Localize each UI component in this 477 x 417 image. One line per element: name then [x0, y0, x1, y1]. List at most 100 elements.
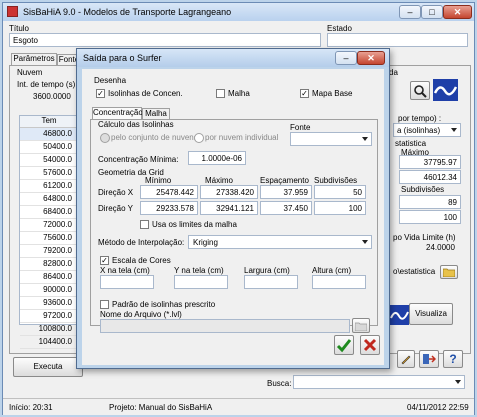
nome-arquivo-label: Nome do Arquivo (*.lvl)	[100, 310, 182, 319]
status-projeto: Projeto: Manual do SisBaHiA	[109, 403, 213, 412]
limites-checkbox[interactable]	[140, 220, 149, 229]
browse-button[interactable]	[352, 318, 370, 333]
isolinhas-checkbox[interactable]: ✓	[96, 89, 105, 98]
dir-y-label: Direção Y	[98, 204, 133, 213]
table-row[interactable]: 54000.0	[20, 154, 78, 167]
zoom-button[interactable]	[410, 81, 430, 100]
table-row[interactable]: 90000.0	[20, 284, 78, 297]
metodo-value: Kriging	[193, 238, 218, 247]
chevron-down-icon	[455, 380, 461, 384]
maximize-button[interactable]: □	[421, 5, 443, 19]
limites-label: Usa os limites da malha	[152, 220, 237, 229]
wave-logo-small-icon	[389, 305, 409, 325]
minimize-button[interactable]: –	[399, 5, 421, 19]
table-row[interactable]: 50400.0	[20, 141, 78, 154]
calculo-label: Cálculo das Isolinhas	[98, 120, 174, 129]
conc-min-field[interactable]: 1.0000e-06	[188, 151, 246, 165]
dir-y-min[interactable]: 29233.578	[140, 201, 198, 215]
status-bar: Início: 20:31 Projeto: Manual do SisBaHi…	[3, 398, 474, 415]
dir-y-subdivisoes[interactable]: 100	[314, 201, 366, 215]
table-row[interactable]: 86400.0	[20, 271, 78, 284]
dialog-minimize-button[interactable]: –	[335, 51, 357, 65]
radio-por-nuvem[interactable]	[194, 133, 204, 143]
padrao-checkbox[interactable]	[100, 300, 109, 309]
estado-label: Estado	[327, 24, 352, 33]
table-row[interactable]: 100800.0	[20, 323, 78, 336]
x-tela-field[interactable]	[100, 275, 154, 289]
ok-button[interactable]	[334, 335, 354, 355]
table-row[interactable]: 79200.0	[20, 245, 78, 258]
conc-min-label: Concentração Mínima:	[98, 155, 179, 164]
radio-conjunto[interactable]	[100, 133, 110, 143]
max1-field[interactable]: 37795.97	[399, 155, 461, 169]
altura-field[interactable]	[312, 275, 366, 289]
escala-checkbox[interactable]: ✓	[100, 256, 109, 265]
isolinhas-combo[interactable]: a (isolinhas)	[393, 123, 461, 137]
dir-y-espacamento[interactable]: 37.450	[260, 201, 312, 215]
x-tela-label: X na tela (cm)	[100, 266, 150, 275]
table-row[interactable]: 64800.0	[20, 193, 78, 206]
checkmark-icon	[336, 339, 352, 353]
cancel-button[interactable]	[360, 335, 380, 355]
table-row[interactable]: 93600.0	[20, 297, 78, 310]
table-row[interactable]: 46800.0	[20, 128, 78, 141]
largura-field[interactable]	[244, 275, 298, 289]
max2-field[interactable]: 46012.34	[399, 170, 461, 184]
table-row[interactable]: 82800.0	[20, 258, 78, 271]
altura-label: Altura (cm)	[312, 266, 352, 275]
edit-button[interactable]	[397, 350, 415, 368]
folder-icon	[442, 268, 456, 278]
table-row[interactable]: 72000.0	[20, 219, 78, 232]
table-row[interactable]: 61200.0	[20, 180, 78, 193]
mapa-base-label: Mapa Base	[312, 89, 353, 98]
tab-malha[interactable]: Malha	[142, 108, 170, 119]
nome-arquivo-field[interactable]	[100, 319, 350, 333]
radio-conjunto-label: pelo conjunto de nuvens	[111, 133, 198, 142]
table-row[interactable]: 75600.0	[20, 232, 78, 245]
padrao-label: Padrão de isolinhas prescrito	[112, 300, 216, 309]
dir-x-max[interactable]: 27338.420	[200, 185, 258, 199]
table-row[interactable]: 57600.0	[20, 167, 78, 180]
dialog-close-button[interactable]: ✕	[357, 51, 385, 65]
isolinhas-combo-value: a (isolinhas)	[397, 126, 441, 135]
executa-button[interactable]: Executa	[13, 357, 83, 377]
por-tempo-label: por tempo) :	[398, 114, 442, 123]
close-button[interactable]: ✕	[443, 5, 472, 19]
titulo-field[interactable]: Esgoto	[9, 33, 321, 47]
visualiza-button[interactable]: Visualiza	[409, 303, 453, 325]
metodo-combo[interactable]: Kriging	[188, 235, 372, 249]
table-row[interactable]: 104400.0	[20, 336, 78, 349]
exit-button[interactable]	[419, 350, 439, 368]
dir-y-max[interactable]: 32941.121	[200, 201, 258, 215]
escala-label: Escala de Cores	[112, 256, 171, 265]
col-subdivisoes: Subdivisões	[314, 176, 358, 185]
chevron-down-icon	[362, 137, 368, 141]
sub1-field[interactable]: 89	[399, 195, 461, 209]
table-row[interactable]: 68400.0	[20, 206, 78, 219]
help-button[interactable]: ?	[443, 350, 463, 368]
tab-concentracao[interactable]: Concentração	[92, 107, 143, 119]
busca-combo[interactable]	[293, 375, 465, 389]
dir-x-espacamento[interactable]: 37.959	[260, 185, 312, 199]
folder-button[interactable]	[440, 265, 458, 279]
right-tab-label[interactable]: da	[389, 68, 398, 77]
isolinhas-label: Isolinhas de Concen.	[108, 89, 183, 98]
status-inicio: Início: 20:31	[9, 403, 53, 412]
malha-checkbox[interactable]	[216, 89, 225, 98]
estado-field[interactable]	[327, 33, 468, 47]
largura-label: Largura (cm)	[244, 266, 290, 275]
col-minimo: Mínimo	[145, 176, 172, 185]
folder-icon	[354, 322, 368, 332]
mapa-base-checkbox[interactable]: ✓	[300, 89, 309, 98]
y-tela-field[interactable]	[174, 275, 228, 289]
dir-x-min[interactable]: 25478.442	[140, 185, 198, 199]
time-grid[interactable]: Tem 46800.0 50400.0 54000.0 57600.0 61200.0 6…	[19, 115, 79, 349]
tab-parametros[interactable]: Parâmetros	[11, 53, 57, 65]
sub2-field[interactable]: 100	[399, 210, 461, 224]
exit-door-icon	[423, 354, 437, 364]
fonte-label: Fonte	[290, 123, 311, 132]
table-row[interactable]: 97200.0	[20, 310, 78, 323]
fonte-combo[interactable]	[290, 132, 372, 146]
dir-x-subdivisoes[interactable]: 50	[314, 185, 366, 199]
subdivisoes-right-label: Subdivisões	[401, 185, 445, 194]
